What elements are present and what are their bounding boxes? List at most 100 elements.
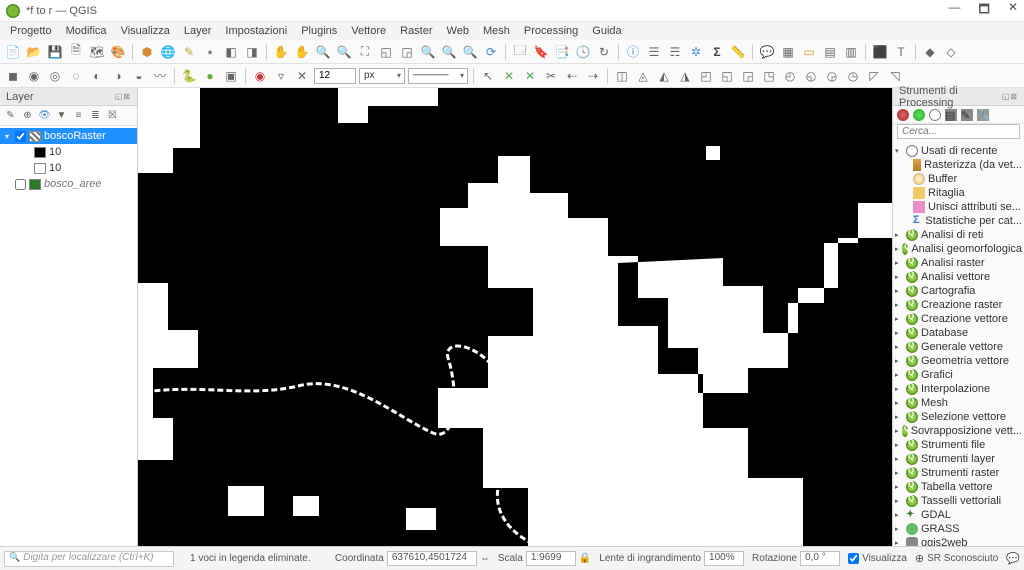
zoom-native-icon[interactable]: 🔍 bbox=[419, 43, 437, 61]
maximize-button[interactable]: 🗖 bbox=[979, 0, 990, 21]
new-map-icon[interactable]: 🗔 bbox=[511, 43, 529, 61]
processing-group[interactable]: ▸Selezione vettore bbox=[893, 410, 1024, 424]
processing-recent-statistiche[interactable]: ΣStatistiche per cat... bbox=[893, 214, 1024, 228]
processing-group[interactable]: ▸Analisi geomorfologica bbox=[893, 242, 1024, 256]
pan-icon[interactable]: ✋ bbox=[272, 43, 290, 61]
zoom-layer-icon[interactable]: ◲ bbox=[398, 43, 416, 61]
menu-web[interactable]: Web bbox=[441, 24, 475, 38]
processing-search-input[interactable] bbox=[897, 124, 1020, 139]
snapping-n-icon[interactable]: ◹ bbox=[886, 67, 904, 85]
locator-input[interactable]: Digita per localizzare (Ctrl+K) bbox=[4, 551, 174, 567]
snapping-b-icon[interactable]: ◬ bbox=[634, 67, 652, 85]
history-icon[interactable] bbox=[929, 109, 941, 121]
zoom-out-icon[interactable]: 🔍 bbox=[335, 43, 353, 61]
row2-c-icon[interactable]: ◎ bbox=[46, 67, 64, 85]
remove-layer-icon[interactable]: ☒ bbox=[105, 108, 120, 123]
snapping-h-icon[interactable]: ◳ bbox=[760, 67, 778, 85]
row2-e-icon[interactable]: ◐ bbox=[88, 67, 106, 85]
layout-icon[interactable]: 🗺 bbox=[88, 43, 106, 61]
menu-visualizza[interactable]: Visualizza bbox=[115, 24, 176, 38]
bookmark-icon[interactable]: 🔖 bbox=[532, 43, 550, 61]
nosel-icon[interactable]: ▦ bbox=[779, 43, 797, 61]
pan-selection-icon[interactable]: ✋ bbox=[293, 43, 311, 61]
snapping-f-icon[interactable]: ◱ bbox=[718, 67, 736, 85]
row2-d-icon[interactable]: ◌ bbox=[67, 67, 85, 85]
zoom-in-icon[interactable]: 🔍 bbox=[314, 43, 332, 61]
snapping-j-icon[interactable]: ◵ bbox=[802, 67, 820, 85]
menu-impostazioni[interactable]: Impostazioni bbox=[219, 24, 293, 38]
messages-icon[interactable]: 💬 bbox=[1006, 552, 1020, 565]
menu-modifica[interactable]: Modifica bbox=[60, 24, 113, 38]
processing-recent-buffer[interactable]: Buffer bbox=[893, 172, 1024, 186]
style-manager-icon[interactable]: 🎨 bbox=[109, 43, 127, 61]
open-folder-icon[interactable]: 📂 bbox=[25, 43, 43, 61]
refresh-icon[interactable]: ⟳ bbox=[482, 43, 500, 61]
snapping-i-icon[interactable]: ◴ bbox=[781, 67, 799, 85]
menu-layer[interactable]: Layer bbox=[178, 24, 218, 38]
scale-lock-icon[interactable]: 🔒 bbox=[579, 553, 591, 564]
panel-collapse-icon[interactable]: ◱⊠ bbox=[115, 92, 131, 101]
tool-a-icon[interactable]: ٭ bbox=[201, 43, 219, 61]
processing-group[interactable]: ▸✦GDAL bbox=[893, 508, 1024, 522]
field-calc-icon[interactable]: ☴ bbox=[666, 43, 684, 61]
vertex-d-icon[interactable]: ✂ bbox=[542, 67, 560, 85]
toolbox-icon[interactable] bbox=[897, 109, 909, 121]
vertex-f-icon[interactable]: ⇢ bbox=[584, 67, 602, 85]
snapping-g-icon[interactable]: ◲ bbox=[739, 67, 757, 85]
expand-all-icon[interactable]: ≡ bbox=[71, 108, 86, 123]
snapping-d-icon[interactable]: ◮ bbox=[676, 67, 694, 85]
options-icon[interactable]: 🔧 bbox=[977, 109, 989, 121]
processing-group[interactable]: ▸Tasselli vettoriali bbox=[893, 494, 1024, 508]
label-icon[interactable]: T bbox=[892, 43, 910, 61]
legend-icon[interactable]: 👁 bbox=[37, 108, 52, 123]
magnifier-value[interactable]: 100% bbox=[704, 551, 744, 566]
snapping-m-icon[interactable]: ◸ bbox=[865, 67, 883, 85]
menu-vettore[interactable]: Vettore bbox=[345, 24, 392, 38]
zoom-sel-icon[interactable]: ◱ bbox=[377, 43, 395, 61]
processing-group[interactable]: ▸Analisi vettore bbox=[893, 270, 1024, 284]
row2-a-icon[interactable]: ◼ bbox=[4, 67, 22, 85]
processing-group[interactable]: ▸Mesh bbox=[893, 396, 1024, 410]
layer-visibility-checkbox[interactable] bbox=[15, 131, 26, 142]
snapping-k-icon[interactable]: ◶ bbox=[823, 67, 841, 85]
select-form-icon[interactable]: ▤ bbox=[821, 43, 839, 61]
processing-group[interactable]: ▸Analisi raster bbox=[893, 256, 1024, 270]
save-icon[interactable]: 💾 bbox=[46, 43, 64, 61]
layer-class-10-white[interactable]: 10 bbox=[0, 160, 137, 176]
vertex-e-icon[interactable]: ⇠ bbox=[563, 67, 581, 85]
processing-group[interactable]: ▸Analisi di reti bbox=[893, 228, 1024, 242]
deselect-icon[interactable]: ▥ bbox=[842, 43, 860, 61]
menu-raster[interactable]: Raster bbox=[394, 24, 438, 38]
crs-label[interactable]: SR Sconosciuto bbox=[927, 553, 998, 564]
misc-b-icon[interactable]: ◇ bbox=[942, 43, 960, 61]
panel-collapse-icon[interactable]: ◱⊠ bbox=[1002, 92, 1018, 101]
edit-in-place-icon[interactable]: ✎ bbox=[961, 109, 973, 121]
row2-g-icon[interactable]: ◒ bbox=[130, 67, 148, 85]
close-button[interactable]: ✕ bbox=[1008, 0, 1018, 21]
row2-i-icon[interactable]: ▣ bbox=[222, 67, 240, 85]
row2-k-icon[interactable]: ✕ bbox=[293, 67, 311, 85]
temporal-ctl-icon[interactable]: ↻ bbox=[595, 43, 613, 61]
zoom-next-icon[interactable]: 🔍 bbox=[461, 43, 479, 61]
scale-value[interactable]: 1:9699 bbox=[526, 551, 576, 566]
processing-group[interactable]: ▸Grafici bbox=[893, 368, 1024, 382]
layer-boscoRaster[interactable]: ▾ boscoRaster bbox=[0, 128, 137, 144]
minimize-button[interactable]: — bbox=[949, 0, 961, 21]
processing-group[interactable]: ▸qgis2web bbox=[893, 536, 1024, 546]
vertex-b-icon[interactable]: ✕ bbox=[500, 67, 518, 85]
menu-plugins[interactable]: Plugins bbox=[295, 24, 343, 38]
processing-group[interactable]: ▸Strumenti layer bbox=[893, 452, 1024, 466]
row2-j-icon[interactable]: ▿ bbox=[272, 67, 290, 85]
model-icon[interactable] bbox=[913, 109, 925, 121]
add-group-icon[interactable]: ⊕ bbox=[20, 108, 35, 123]
layers-tree[interactable]: ▾ boscoRaster 10 10 bosco_aree bbox=[0, 126, 137, 546]
processing-group[interactable]: ▸Interpolazione bbox=[893, 382, 1024, 396]
select-icon[interactable]: ▭ bbox=[800, 43, 818, 61]
processing-group[interactable]: ▸Cartografia bbox=[893, 284, 1024, 298]
layer-bosco-aree[interactable]: bosco_aree bbox=[0, 176, 137, 192]
sphere-green-icon[interactable]: ● bbox=[201, 67, 219, 85]
processing-group[interactable]: ▸Geometria vettore bbox=[893, 354, 1024, 368]
processing-recent-group[interactable]: ▾ Usati di recente bbox=[893, 144, 1024, 158]
sigma-icon[interactable]: Σ bbox=[708, 43, 726, 61]
unit-combo[interactable]: px bbox=[359, 68, 405, 84]
